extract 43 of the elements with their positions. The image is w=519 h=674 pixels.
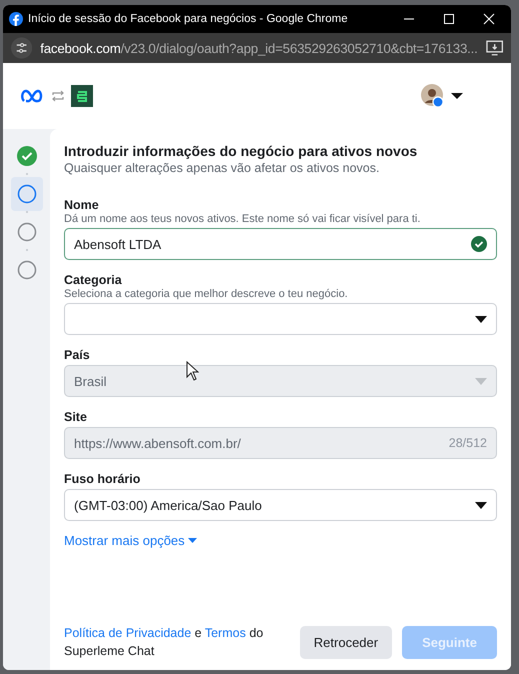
field-label: Site	[64, 410, 88, 424]
field-label: Fuso horário	[64, 472, 142, 486]
field-hint: Dá um nome aos teus novos ativos. Este nome só vai ficar visível para ti.	[64, 213, 422, 225]
completed-step-icon	[16, 146, 36, 166]
pending-step-icon	[16, 260, 36, 280]
character-counter: 28/512	[448, 436, 487, 450]
current-step-icon	[16, 184, 36, 204]
back-button[interactable]: Retroceder	[300, 626, 392, 658]
show-more-link[interactable]: Mostrar mais opções	[64, 533, 197, 548]
window-title: Início de sessão do Facebook para negócios - Google Chrome	[28, 13, 349, 25]
caret-icon[interactable]	[451, 92, 463, 100]
legal-link[interactable]: Política de Privacidade	[64, 626, 192, 640]
sync-arrows-icon	[51, 90, 65, 102]
install-app-icon[interactable]	[486, 40, 503, 56]
text-field[interactable]: Abensoft LTDA	[64, 228, 497, 260]
legal-text: Política de Privacidade e Termos do Superleme Chat	[64, 625, 264, 660]
field-value: https://www.abensoft.com.br/	[74, 436, 241, 450]
pending-step-icon	[16, 222, 36, 242]
field-label: País	[64, 348, 91, 362]
close-icon[interactable]	[483, 13, 495, 25]
step-item[interactable]	[10, 177, 42, 211]
field-hint: Seleciona a categoria que melhor descreve o teu negócio.	[64, 288, 349, 300]
dropdown-caret-icon	[475, 502, 487, 508]
avatar-icon[interactable]	[421, 84, 445, 108]
select-field[interactable]	[64, 303, 497, 335]
maximize-icon[interactable]	[443, 13, 455, 25]
dropdown-caret-icon	[475, 316, 487, 322]
site-settings-icon[interactable]	[11, 37, 32, 59]
form-title: Introduzir informações do negócio para ativos novos	[64, 143, 418, 159]
field-value: Abensoft LTDA	[74, 236, 162, 252]
meta-logo-icon	[21, 89, 45, 103]
form-subtitle: Quaisquer alterações apenas vão afetar os ativos novos.	[64, 161, 380, 175]
caret-icon	[188, 538, 197, 544]
field-value: (GMT-03:00) America/Sao Paulo	[74, 498, 262, 512]
facebook-icon	[9, 12, 23, 26]
select-field[interactable]: (GMT-03:00) America/Sao Paulo	[64, 489, 497, 521]
field-label: Categoria	[64, 273, 123, 287]
field-label: Nome	[64, 198, 100, 212]
dropdown-caret-icon	[475, 378, 487, 384]
app-logo-icon	[71, 85, 93, 107]
legal-link[interactable]: Termos	[204, 626, 246, 640]
field-value: Brasil	[74, 374, 107, 388]
mouse-cursor-icon	[186, 361, 199, 381]
